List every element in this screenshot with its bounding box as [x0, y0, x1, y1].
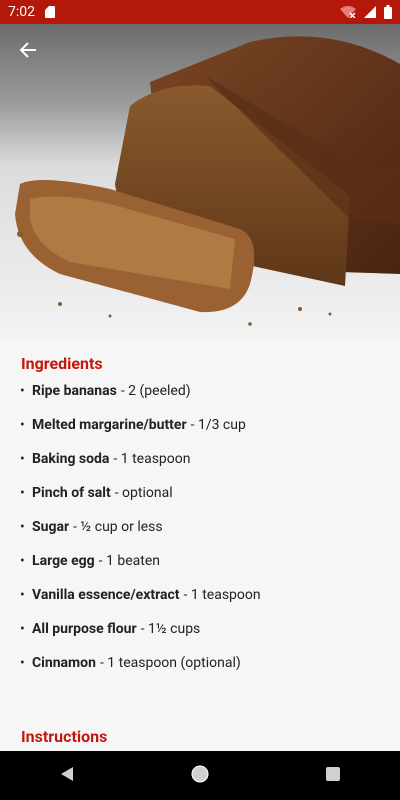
ingredient-desc: - 1 teaspoon — [183, 587, 261, 603]
ingredient-desc: - 1 beaten — [98, 553, 160, 569]
bullet-icon: • — [20, 451, 25, 467]
sd-card-icon — [45, 6, 55, 18]
ingredient-desc: - 1 teaspoon — [113, 451, 191, 467]
ingredient-item: • Cinnamon - 1 teaspoon (optional) — [20, 655, 380, 689]
signal-icon — [364, 6, 376, 18]
bullet-icon: • — [20, 621, 25, 637]
ingredients-list: • Ripe bananas - 2 (peeled) • Melted margar… — [20, 383, 380, 689]
bullet-icon: • — [20, 485, 25, 501]
bullet-icon: • — [20, 383, 25, 399]
ingredient-name: Melted margarine/butter — [32, 417, 187, 433]
ingredient-item: • Large egg - 1 beaten — [20, 553, 380, 587]
status-bar: 7:02 — [0, 0, 400, 24]
circle-home-icon — [190, 764, 210, 788]
battery-icon — [384, 5, 392, 19]
wifi-off-icon — [340, 6, 356, 18]
ingredients-heading: Ingredients — [21, 354, 103, 373]
status-time: 7:02 — [8, 4, 35, 20]
arrow-back-icon — [18, 40, 38, 64]
bullet-icon: • — [20, 655, 25, 671]
bullet-icon: • — [20, 553, 25, 569]
ingredient-item: • Pinch of salt - optional — [20, 485, 380, 519]
ingredient-desc: - ½ cup or less — [73, 519, 163, 535]
back-button[interactable] — [12, 36, 44, 68]
nav-back-button[interactable] — [47, 756, 87, 796]
square-recents-icon — [325, 766, 341, 786]
ingredient-item: • Ripe bananas - 2 (peeled) — [20, 383, 380, 417]
bullet-icon: • — [20, 417, 25, 433]
bullet-icon: • — [20, 587, 25, 603]
ingredient-name: All purpose flour — [32, 621, 137, 637]
ingredient-name: Pinch of salt — [32, 485, 111, 501]
ingredient-desc: - 1/3 cup — [190, 417, 246, 433]
nav-home-button[interactable] — [180, 756, 220, 796]
nav-recents-button[interactable] — [313, 756, 353, 796]
ingredient-item: • Melted margarine/butter - 1/3 cup — [20, 417, 380, 451]
ingredient-name: Ripe bananas — [32, 383, 117, 399]
ingredient-item: • All purpose flour - 1½ cups — [20, 621, 380, 655]
ingredient-name: Vanilla essence/extract — [32, 587, 180, 603]
instructions-heading: Instructions — [21, 727, 108, 746]
ingredient-desc: - 1½ cups — [140, 621, 201, 637]
ingredient-desc: - optional — [114, 485, 173, 501]
ingredient-name: Cinnamon — [32, 655, 96, 671]
triangle-back-icon — [59, 766, 75, 786]
bullet-icon: • — [20, 519, 25, 535]
ingredient-item: • Vanilla essence/extract - 1 teaspoon — [20, 587, 380, 621]
ingredient-name: Large egg — [32, 553, 95, 569]
ingredient-name: Baking soda — [32, 451, 110, 467]
ingredient-name: Sugar — [32, 519, 70, 535]
ingredient-item: • Sugar - ½ cup or less — [20, 519, 380, 553]
ingredient-item: • Baking soda - 1 teaspoon — [20, 451, 380, 485]
system-nav-bar — [0, 751, 400, 800]
recipe-content: Ingredients • Ripe bananas - 2 (peeled) • M… — [0, 340, 400, 751]
recipe-hero-image — [0, 24, 400, 340]
ingredient-desc: - 1 teaspoon (optional) — [99, 655, 241, 671]
ingredient-desc: - 2 (peeled) — [120, 383, 191, 399]
